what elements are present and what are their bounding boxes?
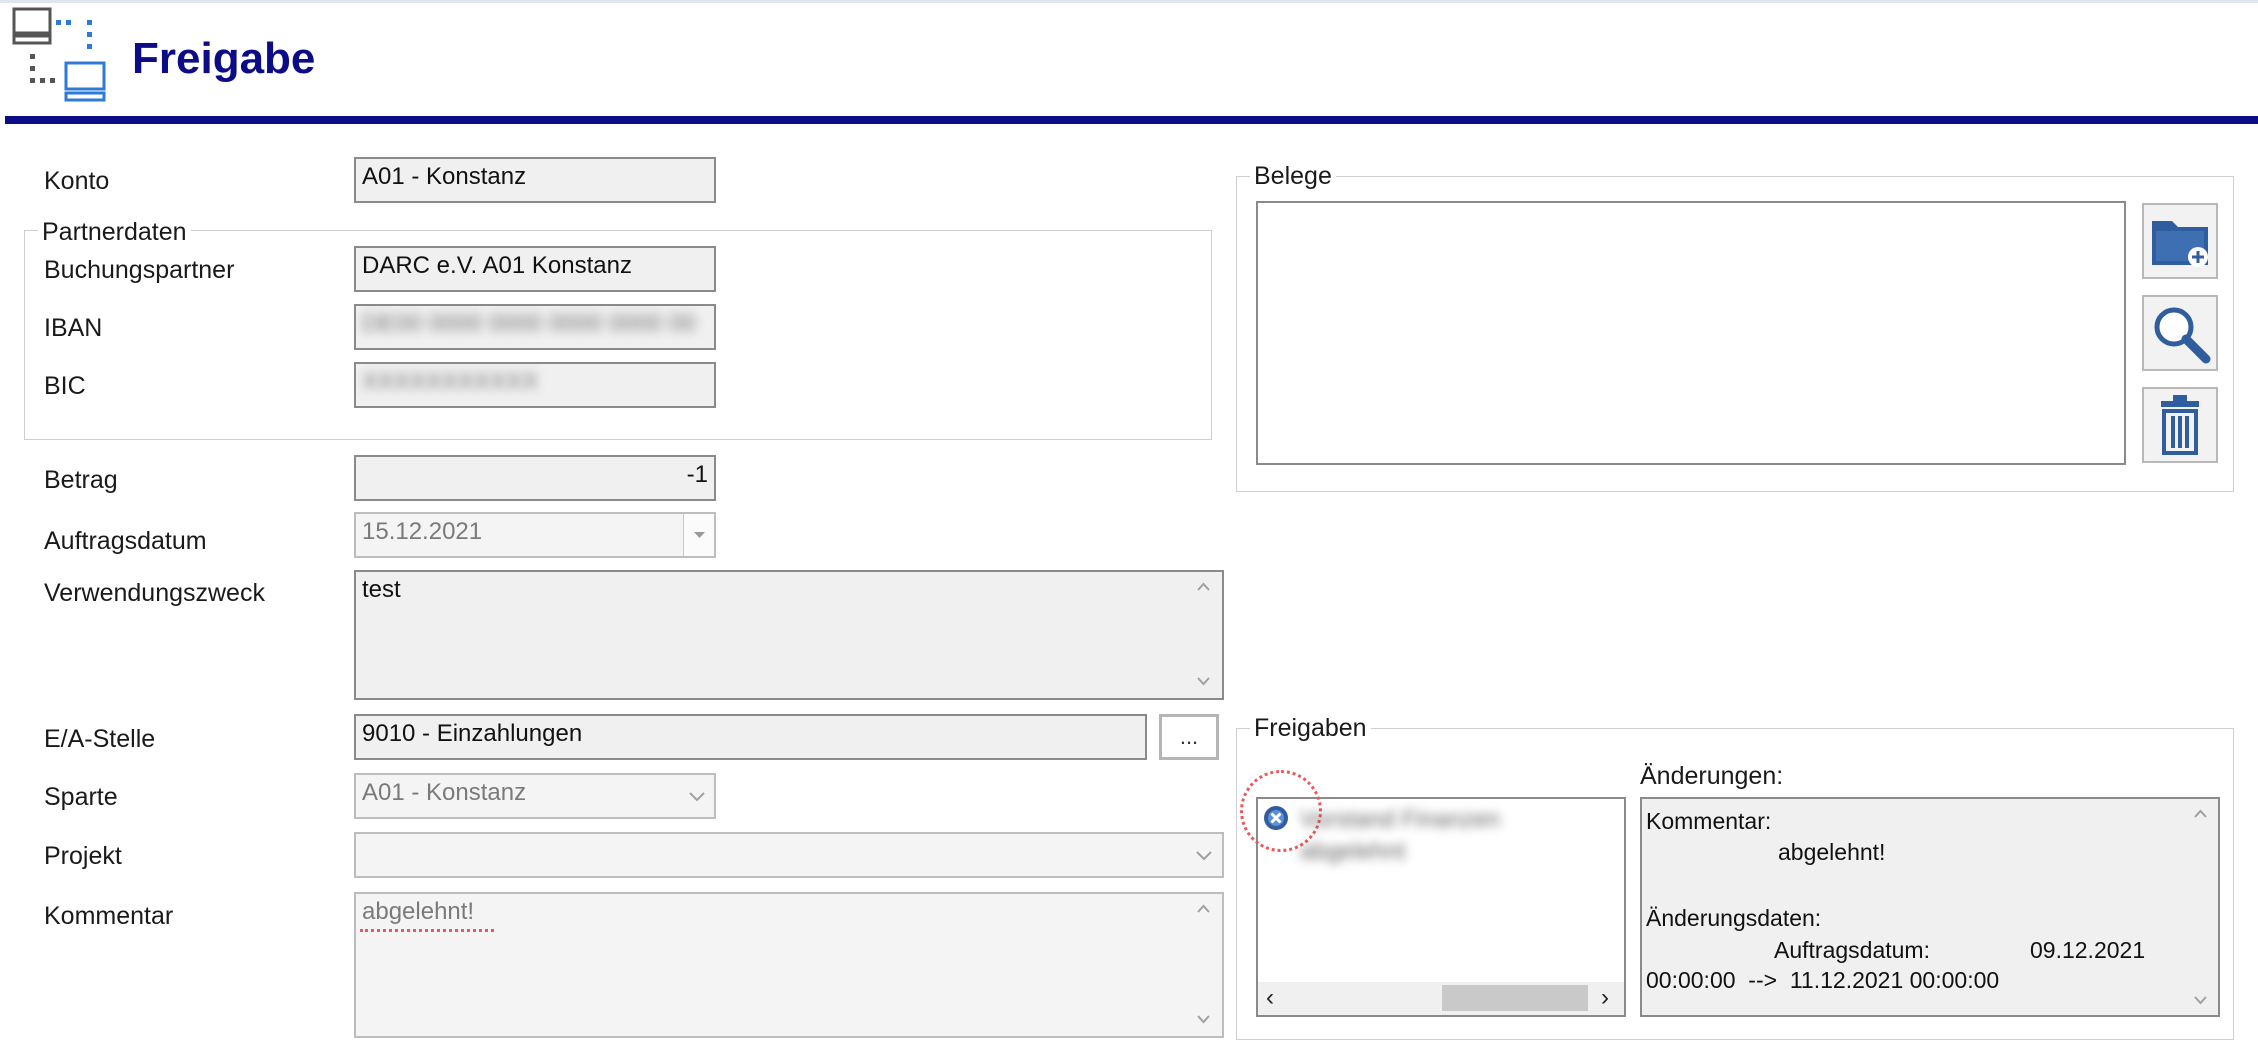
kommentar-detail-label: Kommentar: xyxy=(1646,808,1772,834)
konto-field[interactable]: A01 - Konstanz xyxy=(354,157,716,203)
belege-list[interactable] xyxy=(1256,201,2126,465)
page-title: Freigabe xyxy=(132,34,316,83)
scroll-arrows-icon xyxy=(1197,582,1210,686)
ea-stelle-label: E/A-Stelle xyxy=(44,725,156,753)
projekt-dropdown-button[interactable] xyxy=(1187,835,1221,875)
chevron-down-icon xyxy=(1196,851,1212,861)
verwendungszweck-textarea[interactable]: test xyxy=(354,570,1224,700)
delete-document-button[interactable] xyxy=(2142,387,2218,463)
kommentar-value: abgelehnt! xyxy=(362,898,475,925)
aenderungsdaten-label: Änderungsdaten: xyxy=(1646,905,1822,931)
aenderung-line: 00:00:00 --> 11.12.2021 00:00:00 xyxy=(1646,967,2000,993)
iban-label: IBAN xyxy=(44,314,103,342)
sparte-label: Sparte xyxy=(44,783,118,811)
freigabe-list-item-sub: abgelehnt xyxy=(1300,838,1406,865)
sparte-dropdown-button[interactable] xyxy=(680,776,714,816)
chevron-down-icon xyxy=(694,532,705,538)
sparte-value: A01 - Konstanz xyxy=(362,779,527,806)
projekt-select[interactable] xyxy=(354,832,1224,878)
kommentar-scrollbar[interactable] xyxy=(1187,896,1220,1034)
auftragsdatum-old-value: 09.12.2021 xyxy=(2030,937,2146,963)
scroll-arrows-icon xyxy=(2194,809,2207,1005)
partnerdaten-legend: Partnerdaten xyxy=(38,218,191,247)
hscroll-thumb[interactable] xyxy=(1442,985,1588,1011)
betrag-field[interactable]: -1 xyxy=(354,455,716,501)
bic-field[interactable]: XXXXXXXXXXX xyxy=(354,362,716,408)
auftragsdatum-detail-label: Auftragsdatum: xyxy=(1774,937,1930,963)
spellcheck-underline xyxy=(360,929,494,935)
verwendungszweck-label: Verwendungszweck xyxy=(44,579,265,607)
folder-add-icon xyxy=(2152,221,2208,267)
buchungspartner-label: Buchungspartner xyxy=(44,256,235,284)
sparte-select[interactable]: A01 - Konstanz xyxy=(354,773,716,819)
auftragsdatum-value: 15.12.2021 xyxy=(362,518,483,545)
chevron-down-icon xyxy=(689,792,705,802)
konto-label: Konto xyxy=(44,167,110,195)
browse-button-label: ... xyxy=(1179,724,1199,749)
add-document-button[interactable] xyxy=(2142,203,2218,279)
iban-value: DE00 0000 0000 0000 0000 00 xyxy=(362,310,696,337)
freigaben-legend: Freigaben xyxy=(1250,714,1371,743)
scroll-right-icon[interactable]: › xyxy=(1601,984,1609,1012)
aenderungen-textbox[interactable]: Kommentar: abgelehnt! Änderungsdaten: Au… xyxy=(1640,797,2220,1017)
header-divider xyxy=(5,116,2258,124)
ea-stelle-field[interactable]: 9010 - Einzahlungen xyxy=(354,714,1147,760)
scroll-arrows-icon xyxy=(1197,904,1210,1024)
auftragsdatum-label: Auftragsdatum xyxy=(44,527,207,555)
ea-stelle-browse-button[interactable]: ... xyxy=(1159,714,1219,760)
view-document-button[interactable] xyxy=(2142,295,2218,371)
verwendungszweck-scrollbar[interactable] xyxy=(1187,574,1220,696)
betrag-label: Betrag xyxy=(44,466,118,494)
trash-icon xyxy=(2161,395,2199,455)
auftragsdatum-dropdown-button[interactable] xyxy=(683,514,714,556)
belege-legend: Belege xyxy=(1250,162,1336,191)
scroll-left-icon[interactable]: ‹ xyxy=(1266,984,1274,1012)
kommentar-detail-value: abgelehnt! xyxy=(1778,839,1886,865)
bic-label: BIC xyxy=(44,372,86,400)
freigabe-list-item[interactable]: Vorstand Finanzen xyxy=(1300,806,1500,834)
buchungspartner-field[interactable]: DARC e.V. A01 Konstanz xyxy=(354,246,716,292)
window-top-edge xyxy=(0,0,2258,3)
verwendungszweck-value: test xyxy=(362,576,401,603)
freigaben-list-hscrollbar[interactable]: ‹ › xyxy=(1258,982,1624,1015)
magnifier-icon xyxy=(2154,307,2211,364)
aenderungen-label: Änderungen: xyxy=(1640,762,1784,790)
iban-field[interactable]: DE00 0000 0000 0000 0000 00 xyxy=(354,304,716,350)
kommentar-label: Kommentar xyxy=(44,902,174,930)
aenderungen-scrollbar[interactable] xyxy=(2184,801,2217,1013)
network-computers-icon xyxy=(8,6,108,106)
kommentar-textarea[interactable]: abgelehnt! xyxy=(354,892,1224,1038)
bic-value: XXXXXXXXXXX xyxy=(362,368,539,395)
auftragsdatum-picker[interactable]: 15.12.2021 xyxy=(354,512,716,558)
projekt-label: Projekt xyxy=(44,842,122,870)
